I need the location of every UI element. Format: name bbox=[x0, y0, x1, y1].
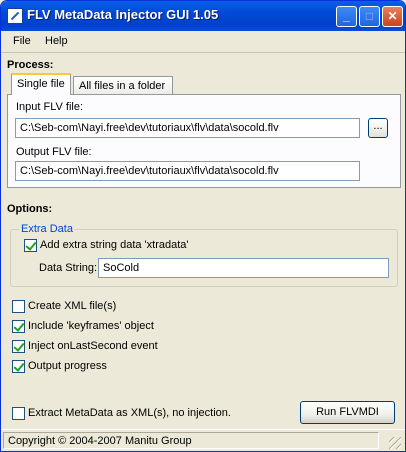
output-progress-checkbox[interactable] bbox=[12, 360, 25, 373]
menu-help[interactable]: Help bbox=[45, 35, 68, 47]
browse-button[interactable]: ... bbox=[368, 118, 388, 138]
tab-single-file[interactable]: Single file bbox=[11, 73, 71, 95]
output-file-label: Output FLV file: bbox=[16, 146, 92, 158]
menu-separator bbox=[1, 52, 405, 53]
add-extra-label[interactable]: Add extra string data 'xtradata' bbox=[40, 239, 189, 251]
app-icon bbox=[7, 8, 23, 24]
status-text: Copyright © 2004-2007 Manitu Group bbox=[3, 432, 379, 449]
input-file-field[interactable]: C:\Seb-com\Nayi.free\dev\tutoriaux\flv\d… bbox=[15, 118, 360, 138]
resize-grip-icon[interactable] bbox=[389, 437, 401, 449]
extract-metadata-checkbox[interactable] bbox=[12, 407, 25, 420]
maximize-button[interactable]: □ bbox=[359, 6, 380, 27]
options-heading: Options: bbox=[7, 203, 53, 215]
include-keyframes-label[interactable]: Include 'keyframes' object bbox=[28, 320, 154, 332]
tab-all-files[interactable]: All files in a folder bbox=[73, 76, 173, 95]
create-xml-checkbox[interactable] bbox=[12, 300, 25, 313]
window-title: FLV MetaData Injector GUI 1.05 bbox=[27, 7, 219, 22]
include-keyframes-checkbox[interactable] bbox=[12, 320, 25, 333]
run-button[interactable]: Run FLVMDI bbox=[300, 401, 395, 424]
menu-file[interactable]: File bbox=[13, 35, 31, 47]
inject-onlastsecond-label[interactable]: Inject onLastSecond event bbox=[28, 340, 158, 352]
input-file-label: Input FLV file: bbox=[16, 101, 84, 113]
data-string-label: Data String: bbox=[39, 262, 98, 274]
data-string-field[interactable]: SoCold bbox=[98, 258, 389, 278]
status-bar: Copyright © 2004-2007 Manitu Group bbox=[1, 429, 405, 451]
tab-single-file-label: Single file bbox=[17, 78, 65, 90]
title-bar[interactable]: FLV MetaData Injector GUI 1.05 _ □ ✕ bbox=[1, 1, 405, 31]
output-file-field[interactable]: C:\Seb-com\Nayi.free\dev\tutoriaux\flv\d… bbox=[15, 161, 360, 181]
inject-onlastsecond-checkbox[interactable] bbox=[12, 340, 25, 353]
menu-bar: File Help bbox=[1, 31, 405, 52]
minimize-button[interactable]: _ bbox=[336, 6, 357, 27]
process-heading: Process: bbox=[7, 59, 54, 71]
add-extra-checkbox[interactable] bbox=[24, 239, 37, 252]
extra-data-group-label: Extra Data bbox=[19, 223, 75, 235]
close-button[interactable]: ✕ bbox=[382, 6, 403, 27]
output-progress-label[interactable]: Output progress bbox=[28, 360, 107, 372]
extract-metadata-label[interactable]: Extract MetaData as XML(s), no injection… bbox=[28, 407, 231, 419]
app-window: FLV MetaData Injector GUI 1.05 _ □ ✕ Fil… bbox=[0, 0, 406, 452]
tab-all-files-label: All files in a folder bbox=[79, 80, 166, 92]
create-xml-label[interactable]: Create XML file(s) bbox=[28, 300, 116, 312]
